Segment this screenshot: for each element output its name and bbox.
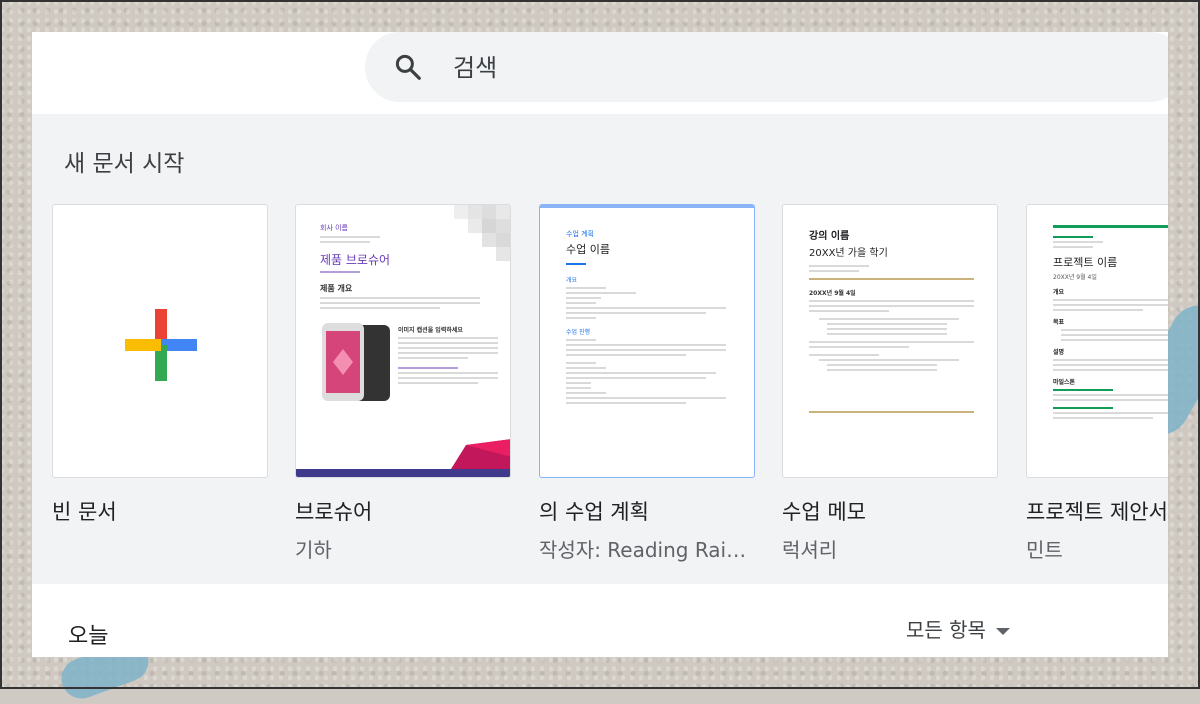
template-thumbnail[interactable]: 프로젝트 이름 20XX년 9월 4일 개요 목표 설명 마일스톤 — [1026, 204, 1168, 478]
brochure-heading: 제품 브로슈어 — [320, 253, 391, 267]
template-name: 프로젝트 제안서 — [1026, 500, 1168, 524]
template-name: 수업 메모 — [782, 500, 866, 524]
template-thumbnail[interactable]: 회사 이름 제품 브로슈어 제품 개요 이미지 캡션을 입력하세요 — [295, 204, 511, 478]
search-bar[interactable] — [365, 32, 1168, 102]
lesson-section: 개요 — [566, 277, 578, 284]
gallery-title: 새 문서 시작 — [64, 151, 185, 177]
template-name: 브로슈어 — [295, 500, 373, 524]
notes-heading: 강의 이름 — [809, 231, 850, 242]
plus-icon — [125, 309, 197, 381]
template-project-proposal[interactable]: 프로젝트 이름 20XX년 9월 4일 개요 목표 설명 마일스톤 프로젝트 제… — [1026, 204, 1168, 563]
proposal-section: 마일스톤 — [1053, 379, 1076, 386]
proposal-section: 설명 — [1053, 349, 1065, 356]
proposal-date: 20XX년 9월 4일 — [1053, 274, 1097, 281]
phone-illustration — [322, 323, 390, 401]
brochure-company: 회사 이름 — [320, 224, 348, 232]
template-lesson-plan[interactable]: 수업 계획 수업 이름 개요 수업 진행 의 수업 계획 작성자: Readin… — [539, 204, 755, 563]
recent-documents-section: 오늘 모든 항목 — [32, 584, 1168, 657]
footer-band-decoration — [296, 439, 510, 477]
caret-down-icon — [995, 628, 1010, 635]
template-thumbnail[interactable] — [52, 204, 268, 478]
brochure-section: 제품 개요 — [320, 284, 353, 293]
template-blank[interactable]: 빈 문서 — [52, 204, 268, 526]
template-class-notes[interactable]: 강의 이름 20XX년 가을 학기 20XX년 9월 4일 수업 메모 럭셔리 — [782, 204, 998, 563]
template-subtitle: 민트 — [1026, 538, 1063, 562]
filter-label: 모든 항목 — [906, 618, 986, 642]
template-thumbnail[interactable]: 강의 이름 20XX년 가을 학기 20XX년 9월 4일 — [782, 204, 998, 478]
search-input[interactable] — [451, 46, 1055, 90]
template-brochure[interactable]: 회사 이름 제품 브로슈어 제품 개요 이미지 캡션을 입력하세요 브로슈어 기… — [295, 204, 511, 563]
lesson-kicker: 수업 계획 — [566, 230, 594, 238]
proposal-section: 개요 — [1053, 289, 1065, 296]
google-docs-window: 새 문서 시작 빈 문서 — [32, 32, 1168, 657]
proposal-heading: 프로젝트 이름 — [1053, 256, 1118, 269]
template-subtitle: 작성자: Reading Rai… — [539, 538, 747, 562]
recent-section-title: 오늘 — [68, 624, 109, 649]
template-name: 빈 문서 — [52, 500, 117, 524]
owner-filter-dropdown[interactable]: 모든 항목 — [906, 614, 1010, 643]
notes-subheading: 20XX년 가을 학기 — [809, 248, 888, 259]
template-thumbnail[interactable]: 수업 계획 수업 이름 개요 수업 진행 — [539, 204, 755, 478]
search-icon[interactable] — [393, 52, 423, 82]
lesson-section: 수업 진행 — [566, 329, 590, 336]
template-subtitle: 기하 — [295, 538, 332, 562]
top-bar — [32, 32, 1168, 114]
template-gallery: 새 문서 시작 빈 문서 회사 이름 제품 브로슈어 제품 개요 이미지 캡션을… — [32, 114, 1168, 584]
proposal-section: 목표 — [1053, 319, 1065, 326]
template-name: 의 수업 계획 — [539, 500, 649, 524]
brochure-subheading: 이미지 캡션을 입력하세요 — [398, 327, 463, 334]
lesson-heading: 수업 이름 — [566, 243, 610, 256]
template-subtitle: 럭셔리 — [782, 538, 838, 562]
notes-date: 20XX년 9월 4일 — [809, 290, 856, 297]
